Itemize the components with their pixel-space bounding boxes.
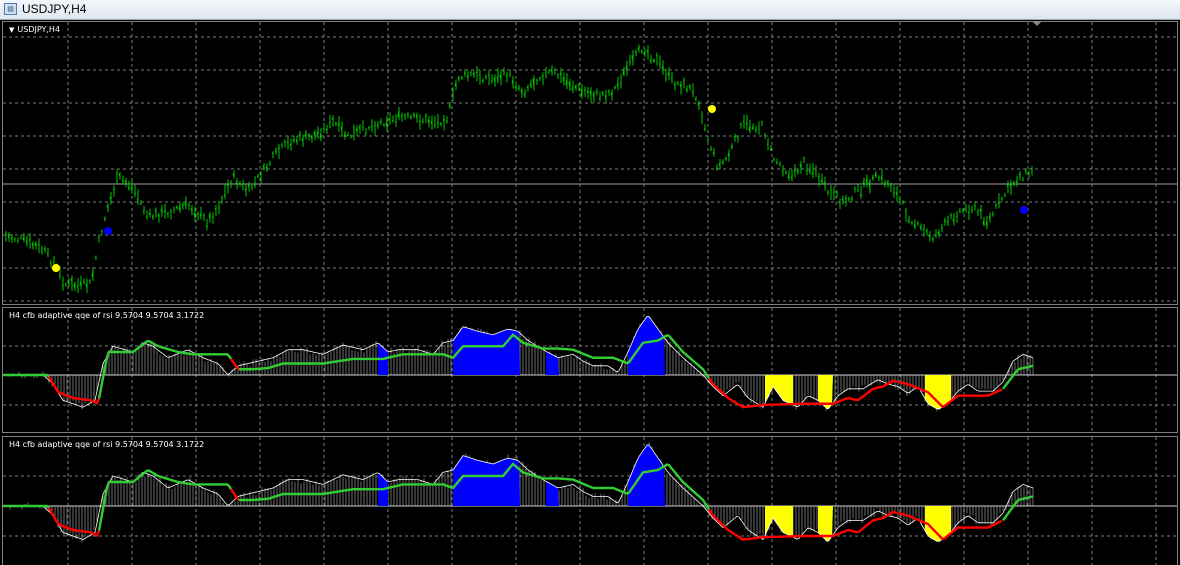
price-bar-tick: [94, 256, 97, 259]
price-bar-tick: [655, 54, 658, 57]
indicator-label-2: H4 cfb adaptive qqe of rsi 9.5704 9.5704…: [9, 440, 205, 449]
window-titlebar[interactable]: ▤ USDJPY,H4: [0, 0, 1180, 20]
indicator-canvas-2[interactable]: [3, 437, 1178, 565]
bull-fill-region: [453, 455, 520, 506]
qqe-line-down: [708, 377, 898, 409]
price-bar-tick: [769, 148, 772, 151]
price-bar-tick: [61, 284, 64, 287]
price-bar-tick: [133, 192, 136, 195]
chart-window-icon: ▤: [4, 3, 17, 15]
rsi-histogram: [6, 442, 1034, 543]
signal-dot-yellow: [708, 105, 716, 113]
price-bar-tick: [739, 123, 742, 126]
price-bar-tick: [700, 114, 703, 117]
price-bar-tick: [169, 210, 172, 213]
price-bar-tick: [703, 128, 706, 130]
price-bar-tick: [1021, 178, 1024, 181]
price-chart-canvas[interactable]: [3, 22, 1178, 305]
price-bar-tick: [934, 234, 937, 237]
bear-fill-region: [765, 375, 793, 405]
price-bar-tick: [715, 167, 718, 170]
bull-fill-region: [453, 326, 520, 375]
price-bar-tick: [805, 169, 808, 172]
signal-dot-blue: [104, 227, 112, 235]
price-bar-tick: [676, 82, 679, 85]
price-bar-tick: [112, 189, 115, 191]
price-bar-tick: [460, 76, 463, 79]
price-bar-tick: [196, 213, 199, 215]
price-bar-tick: [577, 85, 580, 87]
price-bar-tick: [334, 122, 337, 125]
price-bar-tick: [778, 163, 781, 166]
qqe-line-down: [707, 508, 898, 541]
price-bar-tick: [250, 185, 253, 188]
price-bar-tick: [103, 217, 106, 220]
price-bar-tick: [145, 215, 148, 218]
price-bar-tick: [202, 214, 205, 217]
price-bar-tick: [583, 89, 586, 91]
price-bar-tick: [4, 233, 7, 236]
price-bar-tick: [838, 201, 841, 204]
indicator-label-1: H4 cfb adaptive qqe of rsi 9.5704 9.5704…: [9, 311, 205, 320]
price-bar-tick: [364, 132, 367, 134]
price-bar-tick: [877, 177, 880, 179]
price-bar-tick: [775, 162, 778, 164]
price-bar-tick: [976, 210, 979, 213]
price-bar-tick: [802, 157, 805, 160]
price-bar-tick: [271, 152, 274, 155]
grid-lines: [3, 308, 1177, 432]
bear-fill-region: [765, 506, 793, 538]
price-bar-tick: [1003, 194, 1006, 197]
signal-dot-blue: [1020, 206, 1028, 214]
price-bar-tick: [967, 211, 970, 214]
grid-lines: [3, 437, 1177, 565]
indicator-pane-1[interactable]: H4 cfb adaptive qqe of rsi 9.5704 9.5704…: [2, 307, 1178, 433]
price-bar-tick: [394, 120, 397, 123]
price-bar-tick: [991, 213, 994, 215]
chart-symbol-label[interactable]: ▼ USDJPY,H4: [9, 25, 60, 34]
price-bar-tick: [505, 74, 508, 77]
indicator-pane-2[interactable]: H4 cfb adaptive qqe of rsi 9.5704 9.5704…: [2, 436, 1178, 565]
price-bar-tick: [754, 129, 757, 131]
price-bar-tick: [790, 177, 793, 179]
price-bar-tick: [556, 74, 559, 76]
price-bar-tick: [280, 143, 283, 146]
bull-fill-region: [628, 315, 665, 375]
price-bar-tick: [901, 201, 904, 204]
price-bar-tick: [643, 53, 646, 56]
qqe-line-down: [47, 376, 101, 405]
price-bar-tick: [829, 189, 832, 191]
price-bar-tick: [973, 204, 976, 207]
price-bar-tick: [958, 209, 961, 212]
price-bar-tick: [547, 71, 550, 73]
qqe-line-down: [229, 488, 240, 501]
price-bar-tick: [904, 210, 907, 212]
rsi-histogram: [6, 316, 1034, 412]
price-bar-tick: [253, 184, 256, 186]
price-bar-tick: [58, 275, 61, 277]
price-chart-pane[interactable]: ▼ USDJPY,H4: [2, 21, 1178, 305]
price-bar-tick: [205, 225, 208, 227]
price-bar-tick: [406, 113, 409, 116]
price-bar-tick: [238, 182, 241, 185]
price-bar-tick: [628, 60, 631, 63]
qqe-line-down: [47, 507, 101, 538]
price-bar-tick: [40, 250, 43, 253]
window-title: USDJPY,H4: [22, 2, 87, 16]
price-bar-tick: [478, 74, 481, 76]
price-bar-tick: [13, 238, 16, 241]
price-bar-tick: [607, 90, 610, 93]
signal-dot-yellow: [52, 264, 60, 272]
grid-lines: [3, 22, 1177, 304]
qqe-line-down: [230, 358, 240, 371]
chart-shift-marker-icon[interactable]: [1032, 21, 1042, 26]
price-bar-tick: [550, 70, 553, 72]
indicator-canvas-1[interactable]: [3, 308, 1178, 433]
bull-fill-region: [628, 443, 665, 506]
dropdown-triangle-icon[interactable]: ▼: [9, 26, 14, 34]
price-bar-tick: [418, 120, 421, 123]
price-bar-tick: [100, 230, 103, 232]
price-bar-tick: [955, 215, 958, 218]
price-bar-tick: [784, 171, 787, 174]
